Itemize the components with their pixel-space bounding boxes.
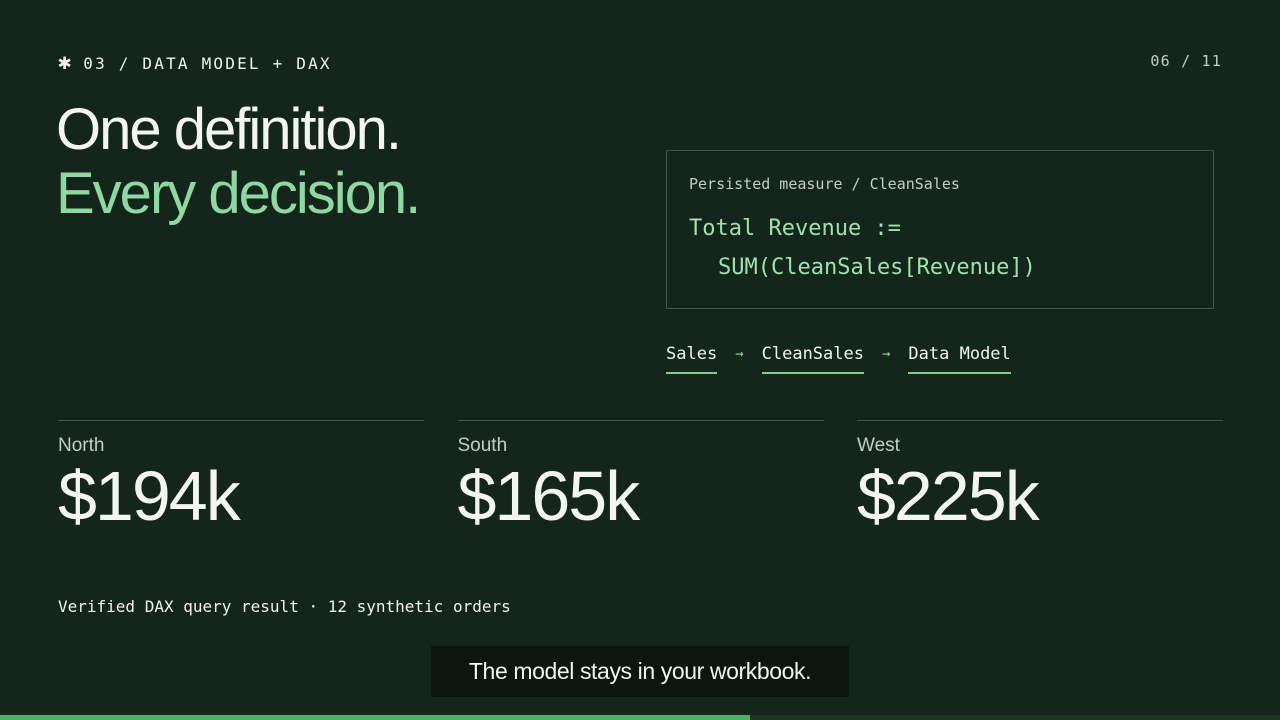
code-line-2: SUM(CleanSales[Revenue]) — [718, 255, 1036, 280]
headline: One definition. Every decision. — [56, 97, 421, 226]
arrow-right-icon: → — [881, 346, 891, 362]
arrow-right-icon: → — [735, 346, 744, 362]
metric-west: West $225k — [857, 420, 1223, 535]
metric-value: $225k — [857, 457, 1040, 535]
headline-line-1: One definition. — [56, 97, 402, 162]
metric-region-label: South — [457, 435, 508, 456]
metric-north: North $194k — [58, 420, 424, 535]
measure-code-card: Persisted measure / CleanSales Total Rev… — [666, 150, 1214, 309]
code-card-caption: Persisted measure / CleanSales — [689, 175, 960, 193]
code-line-1: Total Revenue := — [689, 216, 901, 241]
headline-line-2: Every decision. — [56, 161, 421, 226]
page-counter: 06 / 11 — [1150, 52, 1222, 70]
data-lineage: Sales → CleanSales → Data Model — [666, 344, 1011, 374]
progress-bar-fill — [0, 715, 751, 720]
metric-value: $194k — [58, 457, 241, 535]
section-label: ✱ 03 / DATA MODEL + DAX — [58, 52, 332, 74]
lineage-step-sales: Sales — [666, 344, 718, 374]
lineage-step-data-model: Data Model — [908, 344, 1011, 374]
metric-region-label: North — [58, 435, 105, 456]
asterisk-icon: ✱ — [58, 50, 72, 75]
progress-bar[interactable] — [0, 715, 1280, 720]
regional-metrics: North $194k South $165k West $225k — [58, 420, 1223, 535]
footnote: Verified DAX query result · 12 synthetic… — [58, 597, 511, 616]
metric-south: South $165k — [457, 420, 824, 535]
metric-region-label: West — [857, 435, 900, 456]
section-title: 03 / DATA MODEL + DAX — [83, 53, 332, 73]
metric-value: $165k — [457, 457, 641, 535]
lineage-step-cleansales: CleanSales — [761, 344, 864, 374]
video-subtitle: The model stays in your workbook. — [431, 646, 849, 697]
